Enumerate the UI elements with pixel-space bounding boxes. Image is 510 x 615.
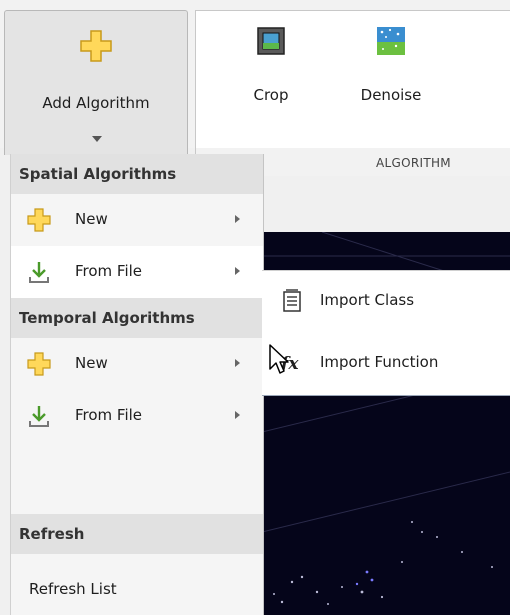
download-icon — [29, 406, 49, 427]
crop-icon — [257, 27, 285, 55]
menu-item-temporal-from-file[interactable]: From File — [11, 390, 263, 442]
denoise-label: Denoise — [360, 86, 422, 104]
class-icon — [283, 289, 301, 312]
toolstrip: Add Algorithm Crop Denoise ALGORITHM — [0, 0, 510, 176]
plus-icon — [27, 352, 51, 376]
chevron-right-icon — [235, 215, 240, 223]
chevron-right-icon — [235, 411, 240, 419]
menu-item-refresh-list[interactable]: Refresh List — [11, 564, 263, 614]
menu-section-refresh: Refresh — [11, 514, 263, 554]
add-algorithm-button[interactable]: Add Algorithm — [4, 10, 188, 155]
mouse-cursor-icon — [269, 344, 289, 374]
menu-item-spatial-from-file[interactable]: From File — [11, 246, 263, 298]
submenu-item-import-function[interactable]: fx Import Function — [262, 333, 510, 393]
crop-label: Crop — [253, 86, 289, 104]
menu-section-temporal: Temporal Algorithms — [11, 298, 263, 338]
algorithm-gallery: Crop Denoise — [195, 10, 510, 150]
plus-icon — [80, 30, 112, 62]
menu-section-spatial: Spatial Algorithms — [11, 154, 263, 194]
denoise-icon — [377, 27, 405, 55]
chevron-right-icon — [235, 267, 240, 275]
chevron-right-icon — [235, 359, 240, 367]
download-icon — [29, 262, 49, 283]
plus-icon — [27, 208, 51, 232]
menu-item-temporal-new[interactable]: New — [11, 338, 263, 390]
chevron-down-icon — [92, 136, 102, 142]
submenu-item-import-class[interactable]: Import Class — [262, 271, 510, 331]
from-file-submenu: Import Class fx Import Function — [262, 270, 510, 396]
menu-item-spatial-new[interactable]: New — [11, 194, 263, 246]
add-algorithm-menu: Spatial Algorithms New From File Tempora… — [10, 154, 264, 615]
add-algorithm-label: Add Algorithm — [42, 94, 150, 112]
